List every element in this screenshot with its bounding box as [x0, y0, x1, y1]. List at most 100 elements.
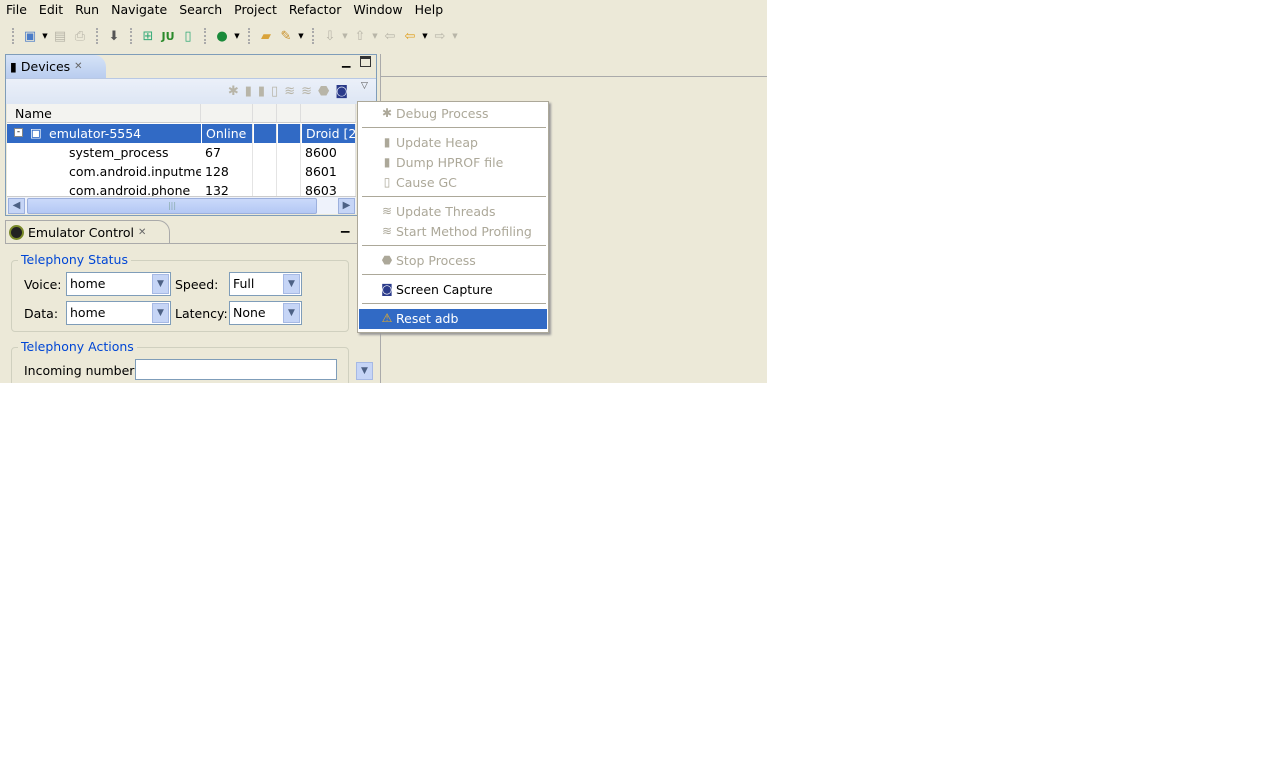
menu-refactor[interactable]: Refactor — [283, 0, 347, 20]
close-icon[interactable]: ✕ — [74, 61, 82, 72]
back-icon[interactable]: ⇦ — [400, 26, 420, 46]
dropdown-arrow-icon[interactable]: ▼ — [420, 32, 430, 40]
minimize-icon[interactable]: ▁ — [341, 220, 349, 233]
update-heap-icon[interactable]: ▮ — [245, 84, 252, 99]
latency-select[interactable]: None ▼ — [229, 301, 302, 325]
next-annotation-icon[interactable]: ⇩ — [320, 26, 340, 46]
update-threads-icon[interactable]: ≋ — [284, 84, 295, 99]
toolbar-separator — [312, 28, 314, 44]
menu-search[interactable]: Search — [173, 0, 228, 20]
menu-item-reset-adb[interactable]: ⚠ Reset adb — [359, 309, 547, 329]
forward-icon[interactable]: ⇨ — [430, 26, 450, 46]
dropdown-arrow-icon[interactable]: ▼ — [40, 32, 50, 40]
external-tools-icon[interactable]: ✎ — [276, 26, 296, 46]
tab-emulator-control[interactable]: Emulator Control ✕ — [5, 220, 170, 243]
menu-project[interactable]: Project — [228, 0, 283, 20]
scroll-left-button[interactable]: ◀ — [8, 198, 25, 214]
new-wizard-icon[interactable]: ▣ — [20, 26, 40, 46]
run-icon[interactable]: ● — [212, 26, 232, 46]
menu-item-stop-process[interactable]: ⬣ Stop Process — [359, 251, 547, 271]
scroll-down-button[interactable]: ▼ — [356, 362, 373, 380]
dropdown-arrow-icon[interactable]: ▼ — [232, 32, 242, 40]
open-project-icon[interactable]: ⊞ — [138, 26, 158, 46]
minimize-icon[interactable]: ▁ — [342, 55, 350, 68]
stop-process-icon[interactable]: ⬣ — [318, 84, 329, 99]
dropdown-arrow-icon[interactable]: ▼ — [296, 32, 306, 40]
android-sdk-manager-icon[interactable]: ⬇ — [104, 26, 124, 46]
table-row[interactable]: system_process 67 8600 — [7, 143, 356, 162]
menu-edit[interactable]: Edit — [33, 0, 69, 20]
main-toolbar: ▣ ▼ ▤ ⎙ ⬇ ⊞ JU ▯ ● ▼ ▰ ✎ ▼ ⇩ ▼ ⇧ ▼ ⇦ ⇦ ▼ ⇨ ▼ — [0, 20, 767, 52]
chevron-down-icon[interactable]: ▼ — [152, 274, 169, 294]
device-build: Droid [2. — [301, 124, 356, 143]
save-icon[interactable]: ▤ — [50, 26, 70, 46]
new-android-xml-icon[interactable]: ▯ — [178, 26, 198, 46]
close-icon[interactable]: ✕ — [138, 227, 146, 238]
emulator-device-icon: ▣ — [30, 125, 42, 140]
chevron-down-icon[interactable]: ▼ — [152, 303, 169, 323]
menu-navigate[interactable]: Navigate — [105, 0, 173, 20]
toolbar-separator — [204, 28, 206, 44]
print-icon[interactable]: ⎙ — [70, 26, 90, 46]
scroll-right-button[interactable]: ▶ — [338, 198, 355, 214]
menu-help[interactable]: Help — [409, 0, 450, 20]
menu-run[interactable]: Run — [69, 0, 105, 20]
menu-item-screen-capture[interactable]: ◙ Screen Capture — [359, 280, 547, 300]
column-header-5[interactable] — [301, 104, 356, 123]
latency-value: None — [233, 305, 266, 320]
view-menu-chevron-icon[interactable]: ▽ — [361, 81, 368, 91]
last-edit-icon[interactable]: ⇦ — [380, 26, 400, 46]
scrollbar-thumb[interactable]: ||| — [27, 198, 317, 214]
table-row-device[interactable]: - ▣ emulator-5554 Online Droid [2. — [7, 124, 356, 143]
speed-select[interactable]: Full ▼ — [229, 272, 302, 296]
voice-select[interactable]: home ▼ — [66, 272, 171, 296]
menu-item-update-heap[interactable]: ▮ Update Heap — [359, 133, 547, 153]
menu-item-cause-gc[interactable]: ▯ Cause GC — [359, 173, 547, 193]
menu-file[interactable]: File — [0, 0, 33, 20]
table-row[interactable]: com.android.phone 132 8603 — [7, 181, 356, 196]
horizontal-scrollbar[interactable]: ◀ ||| ▶ — [7, 196, 356, 214]
menu-item-start-method-profiling[interactable]: ≋ Start Method Profiling — [359, 222, 547, 242]
column-header-4[interactable] — [277, 104, 301, 123]
toolbar-separator — [130, 28, 132, 44]
tab-devices[interactable]: ▮ Devices ✕ — [6, 55, 106, 78]
divider — [5, 243, 377, 244]
incoming-number-input[interactable] — [135, 359, 337, 380]
cell — [253, 162, 277, 181]
new-junit-icon[interactable]: JU — [158, 26, 178, 46]
column-header-2[interactable] — [201, 104, 253, 123]
screen-capture-icon[interactable]: ◙ — [335, 84, 348, 99]
cell — [277, 181, 301, 196]
profiling-icon: ≋ — [381, 224, 393, 238]
debug-bug-icon[interactable]: ✱ — [228, 84, 239, 99]
eclipse-window: File Edit Run Navigate Search Project Re… — [0, 0, 767, 383]
data-select[interactable]: home ▼ — [66, 301, 171, 325]
method-profiling-icon[interactable]: ≋ — [301, 84, 312, 99]
tab-label: Devices — [20, 59, 71, 74]
dropdown-arrow-icon[interactable]: ▼ — [370, 32, 380, 40]
data-value: home — [70, 305, 106, 320]
speed-value: Full — [233, 276, 255, 291]
previous-annotation-icon[interactable]: ⇧ — [350, 26, 370, 46]
dropdown-arrow-icon[interactable]: ▼ — [450, 32, 460, 40]
open-folder-icon[interactable]: ▰ — [256, 26, 276, 46]
menu-item-dump-hprof[interactable]: ▮ Dump HPROF file — [359, 153, 547, 173]
cause-gc-icon[interactable]: ▯ — [271, 84, 278, 99]
table-row[interactable]: com.android.inputmeth 128 8601 — [7, 162, 356, 181]
chevron-down-icon[interactable]: ▼ — [283, 303, 300, 323]
maximize-icon[interactable] — [360, 56, 371, 67]
dropdown-arrow-icon[interactable]: ▼ — [340, 32, 350, 40]
menu-item-update-threads[interactable]: ≋ Update Threads — [359, 202, 547, 222]
menu-window[interactable]: Window — [347, 0, 408, 20]
tab-label: Emulator Control — [28, 224, 134, 240]
dump-hprof-icon[interactable]: ▮ — [258, 84, 265, 99]
column-header-3[interactable] — [253, 104, 277, 123]
chevron-down-icon[interactable]: ▼ — [283, 274, 300, 294]
toolbar-separator — [12, 28, 14, 44]
column-header-name[interactable]: Name — [7, 104, 201, 123]
collapse-icon[interactable]: - — [14, 128, 23, 137]
menu-item-debug-process[interactable]: ✱ Debug Process — [359, 104, 547, 124]
menu-separator — [362, 274, 546, 275]
devices-table: Name - ▣ emulator-5554 Online Droid [2. … — [7, 104, 356, 196]
voice-label: Voice: — [24, 277, 62, 292]
